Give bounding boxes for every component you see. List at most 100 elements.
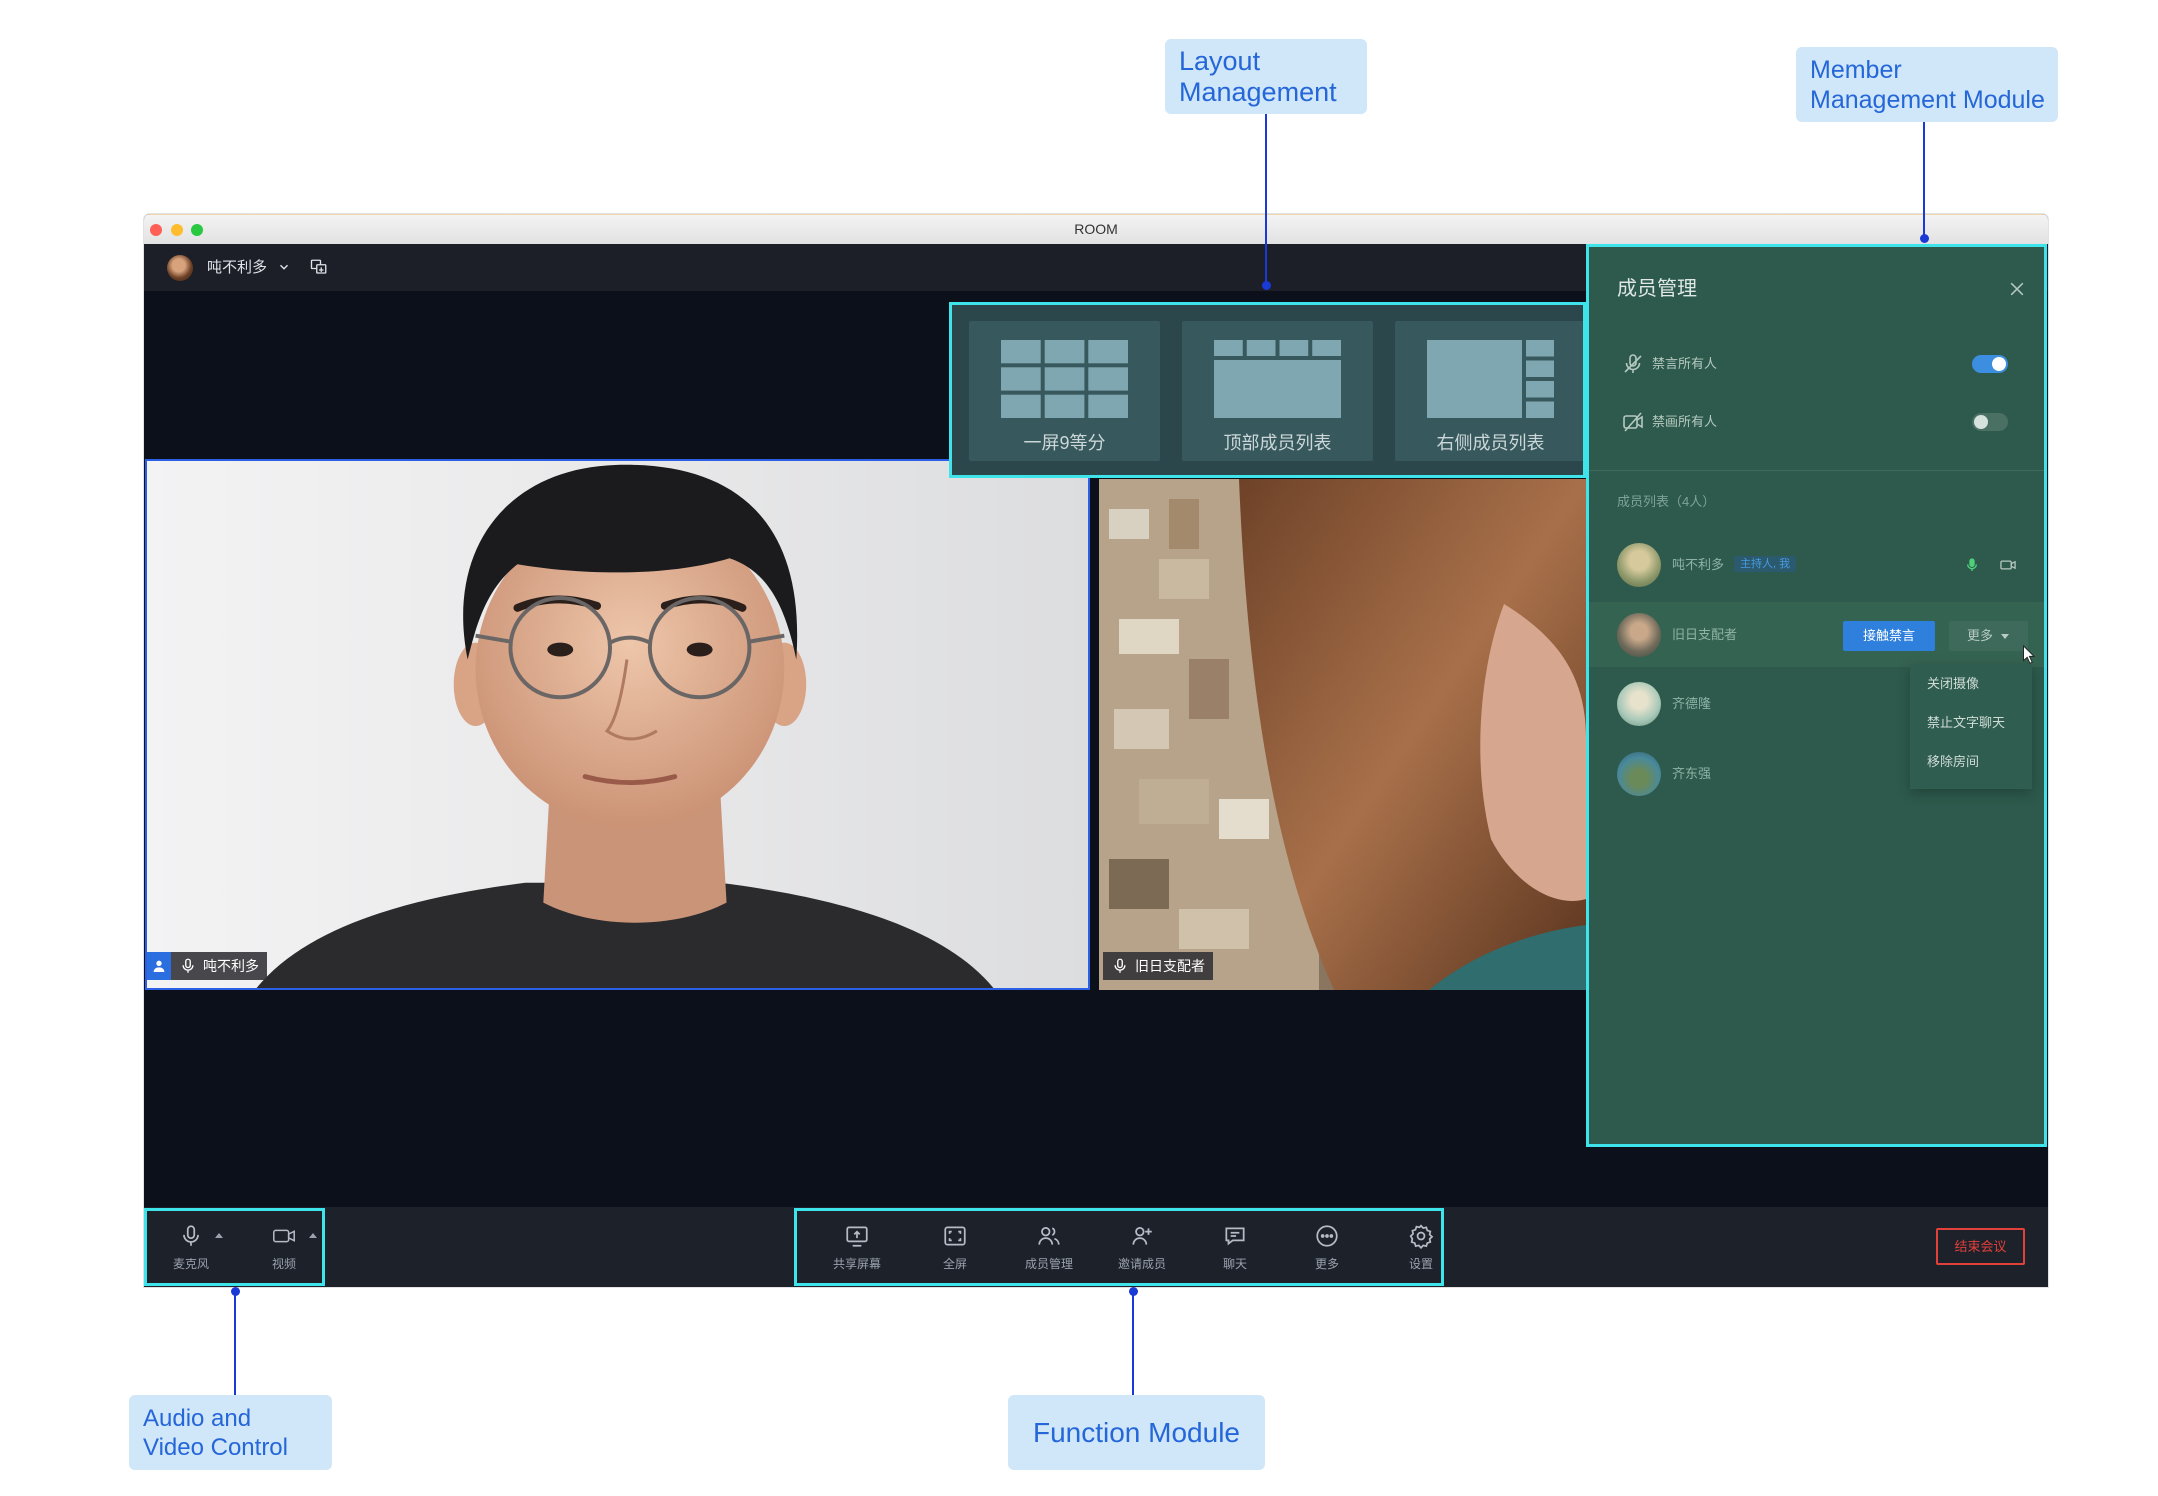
unmute-member-button[interactable]: 接触禁言 (1843, 621, 1935, 651)
callout-line: Member (1810, 55, 1902, 84)
mute-all-label: 禁言所有人 (1652, 356, 1718, 371)
video-off-icon (1623, 412, 1643, 432)
callout-member-management: Member Management Module (1796, 47, 2058, 122)
member-name: 齐德隆 (1672, 696, 1712, 711)
fullscreen-label: 全屏 (942, 1257, 967, 1271)
share-screen-button[interactable]: 共享屏幕 (817, 1211, 897, 1283)
connector-line (234, 1291, 236, 1395)
fullscreen-button[interactable]: 全屏 (915, 1211, 995, 1283)
callout-audio-video-control: Audio and Video Control (129, 1395, 332, 1470)
camera-icon[interactable] (1999, 557, 2017, 573)
audio-video-control: 麦克风 视频 (144, 1208, 325, 1286)
mic-icon (183, 1225, 199, 1246)
member-management-label: 成员管理 (1024, 1257, 1073, 1271)
caret-down-icon (2001, 634, 2009, 639)
layout-option-right-list[interactable]: 右侧成员列表 (1395, 321, 1583, 461)
participant-video-main[interactable]: 吨不利多 (145, 459, 1090, 990)
invite-member-icon (1132, 1227, 1152, 1245)
toggle-knob (1974, 415, 1988, 429)
avatar (1617, 613, 1661, 657)
video-participant-name: 吨不利多 (203, 958, 259, 974)
translate-icon[interactable] (310, 258, 328, 276)
chat-button[interactable]: 聊天 (1195, 1211, 1275, 1283)
panel-title: 成员管理 (1617, 278, 1697, 300)
video-name-label: 旧日支配者 (1103, 952, 1213, 980)
members-icon (1038, 1227, 1060, 1245)
callout-line: Layout (1179, 45, 1261, 76)
connector-dot (231, 1287, 240, 1296)
more-actions-label: 更多 (1967, 628, 1994, 643)
connector-dot (1920, 234, 1929, 243)
menu-item-disable-chat[interactable]: 禁止文字聊天 (1910, 703, 2032, 742)
avatar (1617, 543, 1661, 587)
video-button[interactable]: 视频 (244, 1211, 324, 1283)
member-list-title: 成员列表（4人） (1617, 494, 1716, 509)
member-name: 旧日支配者 (1672, 627, 1738, 642)
more-button[interactable]: 更多 (1287, 1211, 1367, 1283)
participant-video-secondary[interactable]: 旧日支配者 (1099, 479, 1586, 990)
disable-video-all-label: 禁画所有人 (1652, 414, 1718, 429)
cursor-icon (2023, 645, 2036, 664)
layout-option-label: 顶部成员列表 (1223, 433, 1332, 453)
layout-top-list-icon (1214, 340, 1341, 418)
end-meeting-button[interactable]: 结束会议 (1936, 1228, 2025, 1265)
invite-member-button[interactable]: 邀请成员 (1102, 1211, 1182, 1283)
menu-item-disable-camera[interactable]: 关闭摄像 (1910, 664, 2032, 703)
mic-icon[interactable] (1964, 557, 1980, 573)
callout-line: Function Module (1032, 1416, 1240, 1448)
mute-all-control: 禁言所有人 (1589, 344, 2044, 384)
member-management-panel: 成员管理 禁言所有人 禁画所有人 成员列表（4人） 吨不利多 主持人, 我 旧日… (1586, 244, 2047, 1147)
settings-label: 设置 (1408, 1257, 1433, 1271)
chat-label: 聊天 (1222, 1257, 1247, 1271)
microphone-button[interactable]: 麦克风 (151, 1211, 231, 1283)
member-name: 吨不利多 (1672, 557, 1725, 572)
layout-option-top-list[interactable]: 顶部成员列表 (1182, 321, 1373, 461)
avatar (1617, 682, 1661, 726)
chat-icon (1225, 1227, 1245, 1246)
more-label: 更多 (1314, 1257, 1339, 1271)
user-icon (147, 952, 171, 980)
video-label: 视频 (271, 1257, 296, 1271)
mic-icon (1111, 957, 1129, 975)
member-management-button[interactable]: 成员管理 (1009, 1211, 1089, 1283)
layout-right-list-icon (1427, 340, 1554, 418)
member-row[interactable]: 吨不利多 主持人, 我 (1589, 532, 2044, 598)
meeting-room-window: ROOM 吨不利多 吨不利多 旧日支配者 一屏9等分 顶部成员列表 右侧成员列表… (144, 214, 2048, 1287)
callout-line: Audio and (143, 1404, 252, 1432)
chevron-down-icon[interactable] (277, 260, 291, 274)
divider (1589, 470, 2044, 471)
more-icon (1316, 1225, 1338, 1247)
mic-options-arrow-icon[interactable] (215, 1233, 223, 1238)
disable-video-all-control: 禁画所有人 (1589, 402, 2044, 442)
invite-member-label: 邀请成员 (1117, 1257, 1166, 1271)
member-row[interactable]: 旧日支配者 接触禁言 更多 (1589, 602, 2044, 667)
connector-dot (1262, 281, 1271, 290)
share-screen-label: 共享屏幕 (832, 1257, 881, 1271)
video-name-label: 吨不利多 (147, 952, 267, 980)
close-icon[interactable] (2007, 279, 2027, 299)
layout-option-grid-nine[interactable]: 一屏9等分 (969, 321, 1160, 461)
menu-item-remove-from-room[interactable]: 移除房间 (1910, 742, 2032, 781)
video-participant-name: 旧日支配者 (1135, 958, 1205, 974)
connector-line (1923, 122, 1925, 238)
participant-video-image (1099, 479, 1586, 990)
settings-button[interactable]: 设置 (1381, 1211, 1461, 1283)
user-avatar[interactable] (167, 255, 193, 281)
layout-option-label: 一屏9等分 (1023, 433, 1106, 453)
mute-all-toggle[interactable] (1972, 355, 2008, 373)
user-name-menu[interactable]: 吨不利多 (207, 244, 267, 291)
disable-video-all-toggle[interactable] (1972, 413, 2008, 431)
more-actions-menu: 关闭摄像 禁止文字聊天 移除房间 (1910, 664, 2032, 789)
video-options-arrow-icon[interactable] (309, 1233, 317, 1238)
microphone-label: 麦克风 (172, 1257, 209, 1271)
function-module: 共享屏幕 全屏 成员管理 邀请成员 聊天 更多 设置 (794, 1208, 1444, 1286)
video-icon (273, 1229, 295, 1243)
more-actions-button[interactable]: 更多 (1949, 621, 2028, 651)
callout-line: Management (1179, 76, 1337, 107)
callout-function-module: Function Module (1008, 1395, 1265, 1470)
mic-icon (179, 957, 197, 975)
connector-line (1265, 114, 1267, 285)
connector-dot (1129, 1287, 1138, 1296)
toggle-knob (1992, 357, 2006, 371)
callout-line: Management Module (1810, 85, 2045, 114)
